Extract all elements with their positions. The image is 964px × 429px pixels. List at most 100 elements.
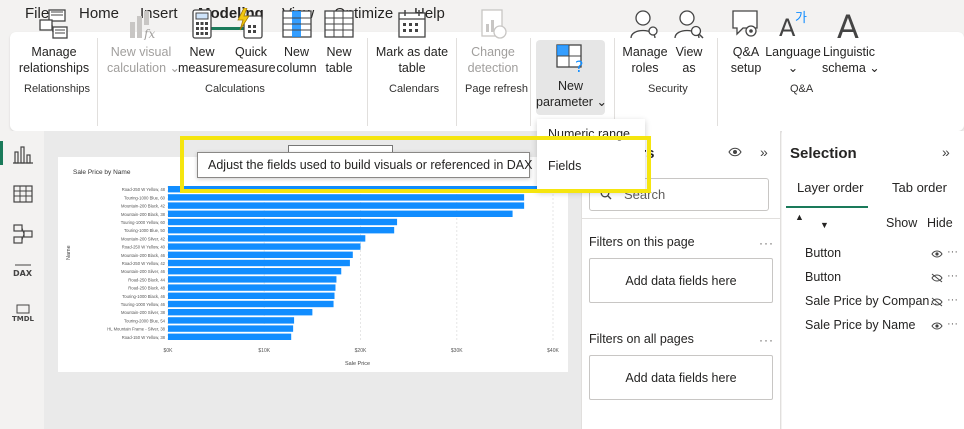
eye-hidden-icon[interactable] <box>931 273 943 283</box>
group-calendars: Calendars <box>389 83 440 95</box>
label-line2: as <box>682 61 696 75</box>
move-up-icon[interactable]: ▲ <box>795 212 804 222</box>
new-column-button[interactable]: New column <box>275 0 318 76</box>
eye-icon[interactable] <box>931 249 943 259</box>
dax-query-view-icon[interactable]: DAX <box>12 261 34 283</box>
view-as-icon <box>674 10 704 39</box>
group-qa: Q&A <box>790 83 814 95</box>
linguistic-schema-button[interactable]: A Linguistic schema ⌄ <box>822 0 880 76</box>
chart-category-label: Mountain-200 Silver, 42 <box>121 236 166 241</box>
tmdl-view-icon[interactable]: TMDL <box>12 303 34 325</box>
selection-item[interactable]: Button <box>805 246 841 260</box>
filters-on-this-page-label: Filters on this page <box>589 235 695 249</box>
chart-bar[interactable] <box>168 317 295 324</box>
view-as-button[interactable]: View as <box>670 0 708 76</box>
label-line1: Quick <box>235 45 267 59</box>
chart-bar[interactable] <box>168 309 313 316</box>
chart-bar[interactable] <box>168 218 398 226</box>
mark-as-date-table-button[interactable]: Mark as date table <box>375 0 449 76</box>
chart-bar[interactable] <box>168 194 525 201</box>
selection-title: Selection <box>790 145 857 162</box>
chart-bar[interactable] <box>168 325 294 332</box>
more-options-icon[interactable]: ··· <box>759 236 774 250</box>
quick-measure-button[interactable]: Quick measure <box>227 0 276 76</box>
chart-bar[interactable] <box>168 202 525 209</box>
collapse-filters-icon[interactable]: » <box>760 144 768 160</box>
table-icon <box>324 10 354 38</box>
label-line1: New <box>189 45 215 59</box>
eye-icon[interactable] <box>728 147 742 157</box>
label-line1: Manage <box>31 45 77 59</box>
more-options-icon[interactable]: ··· <box>947 294 958 306</box>
relationships-icon <box>39 9 68 39</box>
chart-bar[interactable] <box>168 300 334 308</box>
chart-bar[interactable] <box>168 284 336 291</box>
chart-x-tick-label: $20K <box>355 348 367 354</box>
tab-layer-order[interactable]: Layer order <box>797 180 863 195</box>
change-detection-button[interactable]: Change detection <box>462 0 524 76</box>
group-divider <box>97 38 98 126</box>
selection-item[interactable]: Button <box>805 270 841 284</box>
label-line2: calculation ⌄ <box>107 61 181 75</box>
model-view-icon[interactable] <box>12 223 34 245</box>
svg-text:TMDL: TMDL <box>12 315 34 323</box>
quick-measure-icon <box>237 8 263 39</box>
chart-category-label: Mountain-200 Black, 42 <box>121 204 166 209</box>
chart-bar[interactable] <box>168 292 335 299</box>
chart-bar[interactable] <box>168 243 361 250</box>
eye-icon[interactable] <box>931 321 943 331</box>
new-parameter-button[interactable]: ? New parameter ⌄ <box>536 40 607 115</box>
new-table-button[interactable]: New table <box>318 0 360 76</box>
report-view-icon[interactable] <box>12 143 34 165</box>
table-view-icon[interactable] <box>12 183 34 205</box>
label-line2: parameter ⌄ <box>536 95 607 109</box>
chart-x-tick-label: $10K <box>258 348 270 354</box>
active-tab-underline <box>786 206 868 208</box>
chart-bar[interactable] <box>168 333 292 340</box>
chart-category-label: HL Mountain Frame - Silver, 38 <box>107 327 165 332</box>
chart-bar[interactable] <box>168 235 366 242</box>
more-options-icon[interactable]: ··· <box>947 246 958 258</box>
language-icon: A 가 <box>779 11 807 40</box>
language-button[interactable]: A 가 Language ⌄ <box>765 0 821 76</box>
hide-all-button[interactable]: Hide <box>927 216 953 230</box>
chart-bar[interactable] <box>168 259 350 267</box>
page-filters-drop-zone[interactable]: Add data fields here <box>589 258 773 303</box>
move-down-icon[interactable]: ▼ <box>820 220 829 230</box>
selection-item[interactable]: Sale Price by Name <box>805 318 915 332</box>
chart-category-label: Touring-1000 Blue, 60 <box>124 195 166 200</box>
more-options-icon[interactable]: ··· <box>759 333 774 347</box>
chart-category-label: Touring-2000 Blue, 54 <box>124 318 166 323</box>
chart-bar[interactable] <box>168 276 337 283</box>
svg-text:A: A <box>837 8 859 40</box>
chart-bar[interactable] <box>168 210 513 217</box>
chart-category-label: Touring-1000 Yellow, 46 <box>121 302 166 307</box>
all-pages-filters-drop-zone[interactable]: Add data fields here <box>589 355 773 400</box>
more-options-icon[interactable]: ··· <box>947 318 958 330</box>
tab-tab-order[interactable]: Tab order <box>892 180 947 195</box>
selection-item[interactable]: Sale Price by Compan… <box>805 294 942 308</box>
chart-bar[interactable] <box>168 268 342 275</box>
qa-icon <box>732 10 758 37</box>
bar-chart[interactable]: $0K $10K $20K $30K $40K Road-250 W Yellow, 48… <box>58 180 568 362</box>
chart-bar[interactable] <box>168 251 353 258</box>
manage-relationships-button[interactable]: Manage relationships <box>18 0 90 76</box>
new-visual-calculation-button[interactable]: fx New visual calculation ⌄ <box>107 0 181 76</box>
collapse-selection-icon[interactable]: » <box>942 144 950 160</box>
group-divider <box>530 38 531 126</box>
eye-hidden-icon[interactable] <box>931 297 943 307</box>
group-divider <box>456 38 457 126</box>
new-measure-button[interactable]: New measure <box>178 0 227 76</box>
filters-on-all-pages-label: Filters on all pages <box>589 332 694 346</box>
qa-setup-button[interactable]: Q&A setup <box>727 0 765 76</box>
calculator-icon <box>192 9 212 39</box>
view-switcher-rail: DAX TMDL <box>0 131 44 429</box>
svg-text:DAX: DAX <box>13 269 33 278</box>
manage-roles-button[interactable]: Manage roles <box>620 0 670 76</box>
more-options-icon[interactable]: ··· <box>947 270 958 282</box>
chart-bar[interactable] <box>168 227 395 234</box>
show-all-button[interactable]: Show <box>886 216 917 230</box>
label-line2: schema ⌄ <box>822 61 880 75</box>
roles-icon <box>630 10 658 39</box>
svg-text:?: ? <box>575 57 584 74</box>
